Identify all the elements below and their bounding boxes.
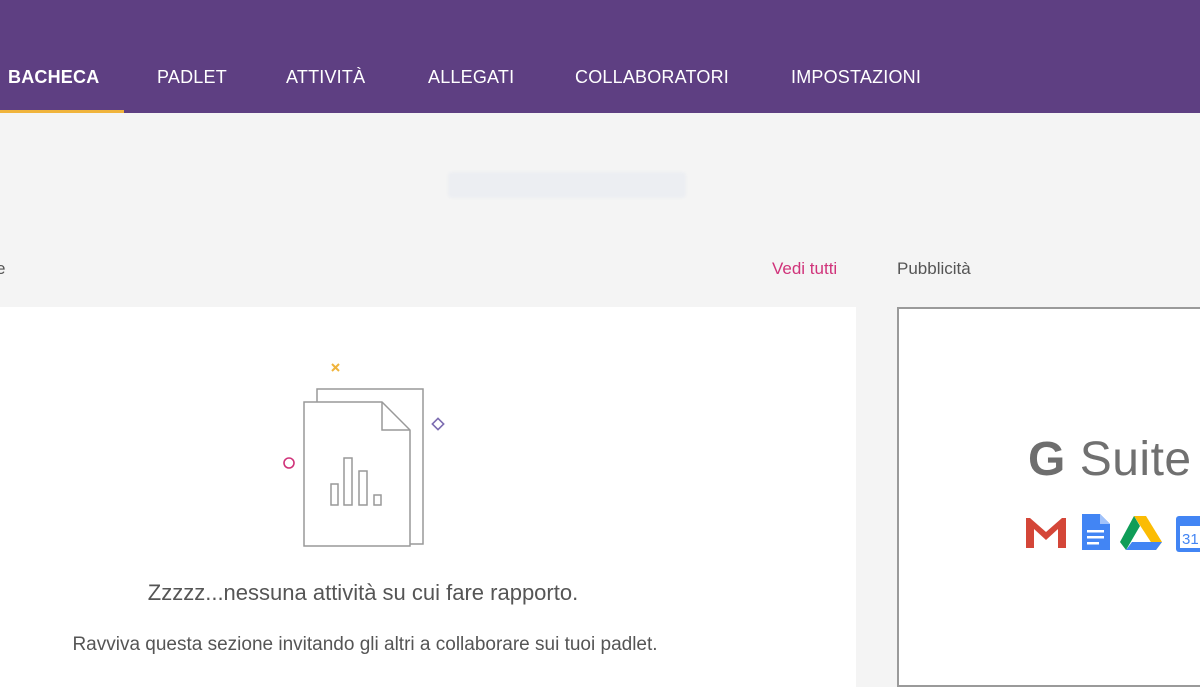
gsuite-logo: G Suite [1028, 432, 1192, 487]
document-front-icon [303, 401, 411, 547]
empty-state-subtitle: Ravviva questa sezione invitando gli alt… [72, 634, 658, 655]
google-calendar-icon: 31 [1176, 516, 1200, 552]
gsuite-app-icons: 31 [1026, 514, 1200, 552]
sparkle-diamond-icon [431, 417, 445, 431]
sparkle-circle-icon [283, 457, 295, 469]
gmail-icon [1026, 518, 1066, 548]
empty-state-title: Zzzzz...nessuna attività su cui fare rap… [147, 580, 579, 605]
advertisement-box[interactable] [897, 307, 1200, 687]
activity-section-title: e [0, 259, 6, 278]
blurred-pill [448, 172, 686, 198]
tab-collaboratori[interactable]: COLLABORATORI [575, 66, 729, 88]
google-drive-icon [1120, 516, 1162, 550]
calendar-number: 31 [1182, 531, 1199, 548]
see-all-link[interactable]: Vedi tutti [772, 259, 837, 279]
tab-padlet[interactable]: PADLET [157, 66, 227, 88]
google-docs-icon [1082, 514, 1110, 550]
tab-bacheca[interactable]: BACHECA [8, 66, 99, 88]
ads-section-title: Pubblicità [897, 259, 971, 278]
tab-impostazioni[interactable]: IMPOSTAZIONI [791, 66, 921, 88]
gsuite-logo-g: G [1028, 433, 1066, 486]
empty-report-illustration [283, 363, 445, 547]
active-tab-indicator [0, 110, 124, 113]
tab-attivita[interactable]: ATTIVITÀ [286, 66, 365, 88]
top-nav-bar: BACHECA PADLET ATTIVITÀ ALLEGATI COLLABO… [0, 0, 1200, 113]
gsuite-logo-text: Suite [1079, 433, 1192, 486]
tab-allegati[interactable]: ALLEGATI [428, 66, 514, 88]
sparkle-x-icon [331, 363, 340, 372]
nav-tabs: BACHECA PADLET ATTIVITÀ ALLEGATI COLLABO… [0, 0, 1200, 113]
